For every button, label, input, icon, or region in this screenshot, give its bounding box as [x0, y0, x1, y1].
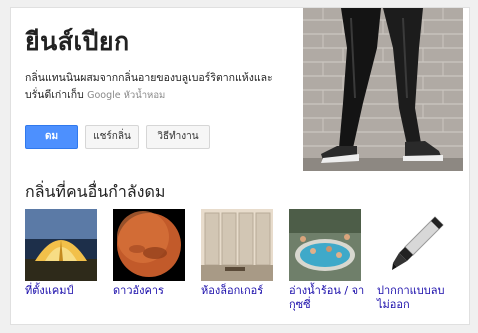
source-link[interactable]: Google หัวน้ำหอม: [87, 90, 165, 101]
thumb-mars-image[interactable]: [113, 209, 185, 281]
thumb-locker-room-image[interactable]: [201, 209, 273, 281]
related-label-permanent-marker[interactable]: ปากกาแบบลบไม่ออก: [377, 284, 449, 312]
related-label-campsite[interactable]: ที่ตั้งแคมป์: [25, 284, 101, 298]
section-title: กลิ่นที่คนอื่นกำลังดม: [25, 182, 166, 201]
related-label-mars[interactable]: ดาวอังคาร: [113, 284, 189, 298]
share-scent-button[interactable]: แชร์กลิ่น: [85, 125, 139, 149]
thumb-hot-tub-image[interactable]: [289, 209, 361, 281]
related-label-locker-room[interactable]: ห้องล็อกเกอร์: [201, 284, 277, 298]
thumb-campsite-image[interactable]: [25, 209, 97, 281]
card-description: กลิ่นแทนนินผสมจากกลิ่นอายของบลูเบอร์ริตา…: [25, 70, 295, 104]
hero-image-wet-jeans[interactable]: [303, 8, 463, 171]
thumb-permanent-marker-image[interactable]: [377, 209, 449, 281]
sniff-button[interactable]: ดม: [25, 125, 78, 149]
how-it-works-button[interactable]: วิธีทำงาน: [146, 125, 210, 149]
knowledge-card: ยีนส์เปียก กลิ่นแทนนินผสมจากกลิ่นอายของบ…: [10, 7, 470, 325]
related-label-hot-tub[interactable]: อ่างน้ำร้อน / จากุซซี่: [289, 284, 365, 312]
card-title: ยีนส์เปียก: [25, 27, 130, 56]
